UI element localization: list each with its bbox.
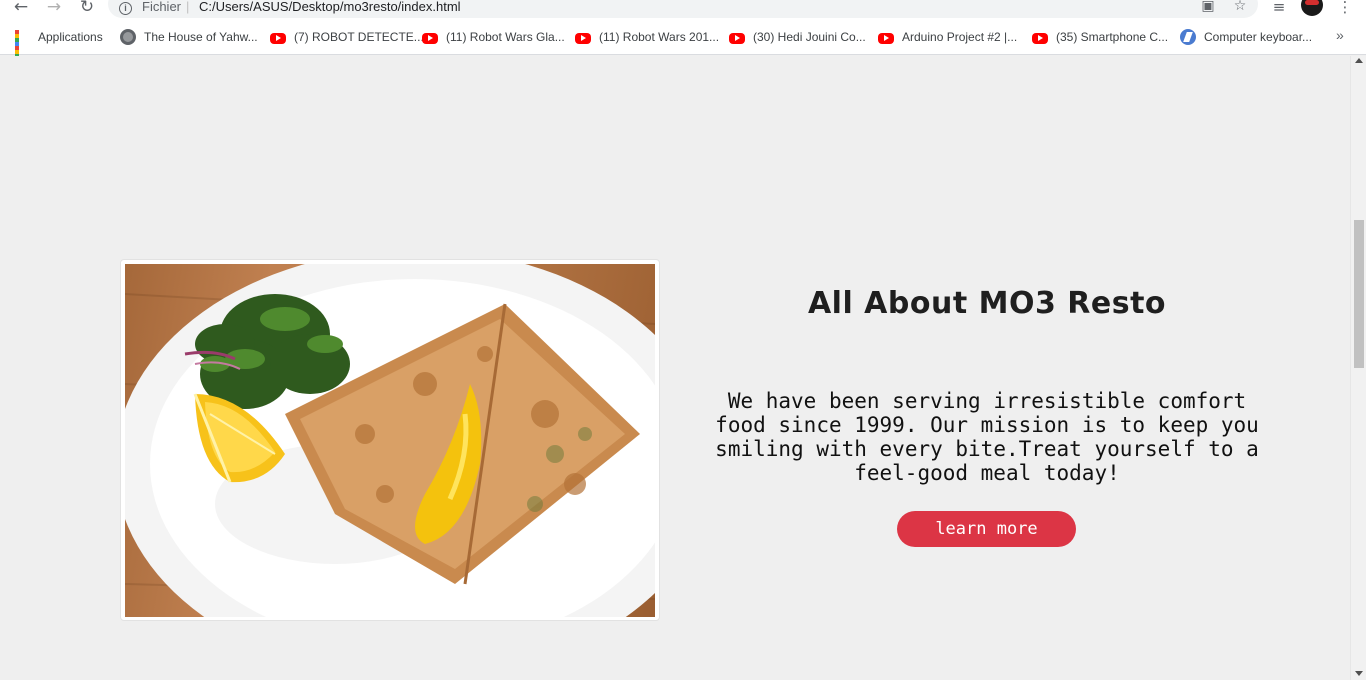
scheme-label: Fichier [142, 0, 182, 14]
address-separator: | [186, 0, 190, 14]
browser-toolbar: ← → ↻ i Fichier | C:/Users/ASUS/Desktop/… [0, 0, 1366, 19]
youtube-icon [422, 32, 438, 44]
bookmark-computer-keyboard[interactable]: Computer keyboar... [1180, 29, 1312, 45]
bookmark-label: Computer keyboar... [1204, 30, 1313, 44]
bookmark-label: (7) ROBOT DETECTE... [294, 30, 424, 44]
more-bookmarks-chevron-icon[interactable]: » [1336, 27, 1344, 43]
menu-kebab-icon[interactable]: ⋮ [1335, 0, 1355, 17]
about-heading: All About MO3 Resto [807, 286, 1167, 321]
bookmark-label: (11) Robot Wars Gla... [446, 30, 565, 44]
info-icon[interactable]: i [119, 2, 132, 15]
bookmark-star-icon[interactable]: ☆ [1232, 0, 1248, 14]
scroll-down-arrow-icon[interactable] [1355, 671, 1363, 676]
scroll-up-arrow-icon[interactable] [1355, 58, 1363, 63]
bookmark-label: (30) Hedi Jouini Co... [753, 30, 866, 44]
about-section: All About MO3 Resto We have been serving… [0, 56, 1350, 680]
keyboard-site-icon [1180, 29, 1196, 45]
globe-icon [120, 29, 136, 45]
bookmark-smartphone[interactable]: (35) Smartphone C... [1032, 29, 1168, 45]
page-scrollbar[interactable] [1350, 56, 1366, 680]
translate-icon[interactable]: ▣ [1200, 0, 1216, 14]
media-queue-icon[interactable]: ≡ [1269, 0, 1289, 17]
bookmark-hedi-jouini[interactable]: (30) Hedi Jouini Co... [729, 29, 866, 45]
youtube-icon [729, 32, 745, 44]
forward-arrow-icon[interactable]: → [43, 0, 65, 18]
scroll-thumb[interactable] [1354, 220, 1364, 368]
about-paragraph: We have been serving irresistible comfor… [715, 389, 1259, 485]
bookmark-arduino-project[interactable]: Arduino Project #2 |... [878, 29, 1017, 45]
bookmark-label: (11) Robot Wars 201... [599, 30, 720, 44]
youtube-icon [1032, 32, 1048, 44]
bookmark-label: Arduino Project #2 |... [902, 30, 1018, 44]
bookmark-robot-detected[interactable]: (7) ROBOT DETECTE... [270, 29, 424, 45]
food-illustration [125, 264, 655, 617]
profile-avatar[interactable] [1301, 0, 1323, 16]
bookmark-label: (35) Smartphone C... [1056, 30, 1169, 44]
learn-more-button[interactable]: learn more [897, 511, 1076, 547]
youtube-icon [575, 32, 591, 44]
food-photo [125, 264, 655, 617]
back-arrow-icon[interactable]: ← [10, 0, 32, 18]
bookmark-house-of-yahweh[interactable]: The House of Yahw... [120, 29, 258, 45]
bookmark-robot-wars-201[interactable]: (11) Robot Wars 201... [575, 29, 719, 45]
bookmark-label: Applications [38, 30, 103, 44]
address-bar[interactable]: i Fichier | C:/Users/ASUS/Desktop/mo3res… [108, 0, 1258, 18]
bookmark-robot-wars-gla[interactable]: (11) Robot Wars Gla... [422, 29, 565, 45]
url-text[interactable]: C:/Users/ASUS/Desktop/mo3resto/index.htm… [199, 0, 461, 14]
food-photo-frame [120, 259, 660, 621]
apps-grid-icon [14, 29, 30, 66]
bookmarks-bar: Applications The House of Yahw... (7) RO… [0, 19, 1366, 66]
bookmark-label: The House of Yahw... [144, 30, 258, 44]
reload-icon[interactable]: ↻ [76, 0, 98, 18]
youtube-icon [878, 32, 894, 44]
bookmark-applications[interactable]: Applications [14, 29, 103, 66]
youtube-icon [270, 32, 286, 44]
